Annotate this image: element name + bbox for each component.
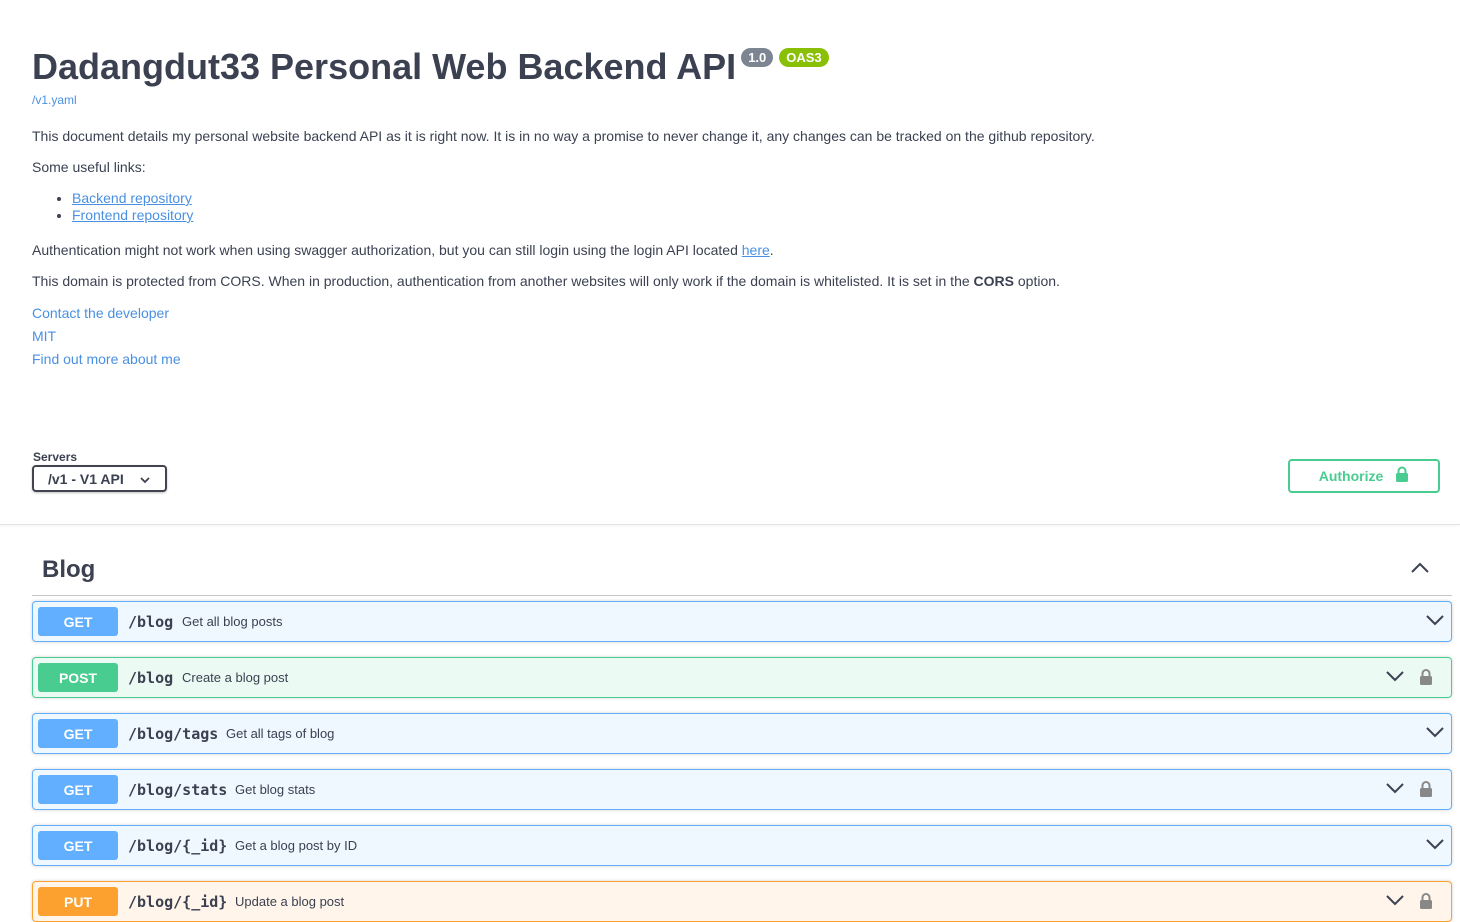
operation-get-blog-stats[interactable]: GET /blog/stats Get blog stats [32,769,1452,810]
authorize-label: Authorize [1318,468,1384,484]
lock-icon[interactable] [1419,780,1433,803]
api-description: This document details my personal websit… [32,128,1095,144]
operation-put-blog-by-id[interactable]: PUT /blog/{_id} Update a blog post [32,881,1452,922]
operation-path: /blog/stats [128,781,228,799]
method-badge: GET [38,775,118,804]
operation-summary: Get all blog posts [182,614,283,629]
chevron-down-icon[interactable] [1385,669,1405,688]
frontend-repo-link[interactable]: Frontend repository [72,207,193,223]
operation-summary: Get all tags of blog [226,726,335,741]
spec-link[interactable]: /v1.yaml [32,93,77,107]
operation-path: /blog/{_id} [128,893,228,911]
chevron-down-icon[interactable] [1385,781,1405,800]
chevron-down-icon [139,473,151,489]
chevron-down-icon[interactable] [1425,725,1445,744]
auth-note-end: . [769,242,774,258]
auth-note: Authentication might not work when using… [32,242,774,258]
external-docs-link[interactable]: Find out more about me [32,351,181,367]
server-selected-value: /v1 - V1 API [48,470,124,487]
operation-path: /blog [128,669,174,687]
tag-header-blog[interactable]: Blog [32,548,1452,596]
license-link[interactable]: MIT [32,328,56,344]
cors-note-text: This domain is protected from CORS. When… [32,273,974,289]
operation-path: /blog/tags [128,725,219,743]
method-badge: PUT [38,887,118,916]
version-badge: 1.0 [741,48,774,67]
operation-post-blog[interactable]: POST /blog Create a blog post [32,657,1452,698]
operation-summary: Update a blog post [235,894,345,909]
operation-get-blog[interactable]: GET /blog Get all blog posts [32,601,1452,642]
server-select[interactable]: /v1 - V1 API [32,465,167,492]
list-item: Frontend repository [72,207,193,224]
operation-path: /blog/{_id} [128,837,228,855]
cors-note: This domain is protected from CORS. When… [32,273,1060,289]
section-divider [0,524,1460,525]
auth-note-text: Authentication might not work when using… [32,242,742,258]
authorize-button[interactable]: Authorize [1288,459,1440,493]
oas-badge: OAS3 [779,48,829,67]
operation-path: /blog [128,613,174,631]
servers-label: Servers [33,450,78,464]
chevron-down-icon[interactable] [1385,893,1405,912]
lock-icon[interactable] [1419,668,1433,691]
chevron-down-icon[interactable] [1425,613,1445,632]
lock-icon[interactable] [1419,892,1433,915]
operation-get-blog-tags[interactable]: GET /blog/tags Get all tags of blog [32,713,1452,754]
chevron-down-icon[interactable] [1425,837,1445,856]
useful-links-list: Backend repository Frontend repository [32,190,193,224]
contact-link[interactable]: Contact the developer [32,305,169,321]
useful-links-label: Some useful links: [32,159,146,175]
backend-repo-link[interactable]: Backend repository [72,190,192,206]
chevron-up-icon[interactable] [1410,560,1430,579]
method-badge: GET [38,719,118,748]
operation-summary: Get a blog post by ID [235,838,358,853]
login-api-link[interactable]: here [742,242,770,258]
api-title: Dadangdut33 Personal Web Backend API [32,46,737,87]
method-badge: POST [38,663,118,692]
method-badge: GET [38,831,118,860]
cors-note-end: option. [1014,273,1060,289]
operation-summary: Create a blog post [182,670,289,685]
lock-icon [1395,466,1409,486]
cors-option-name: CORS [973,273,1014,289]
operation-get-blog-by-id[interactable]: GET /blog/{_id} Get a blog post by ID [32,825,1452,866]
title-row: Dadangdut33 Personal Web Backend API 1.0… [32,44,829,90]
operation-summary: Get blog stats [235,782,316,797]
list-item: Backend repository [72,190,193,207]
method-badge: GET [38,607,118,636]
tag-name: Blog [42,556,96,583]
